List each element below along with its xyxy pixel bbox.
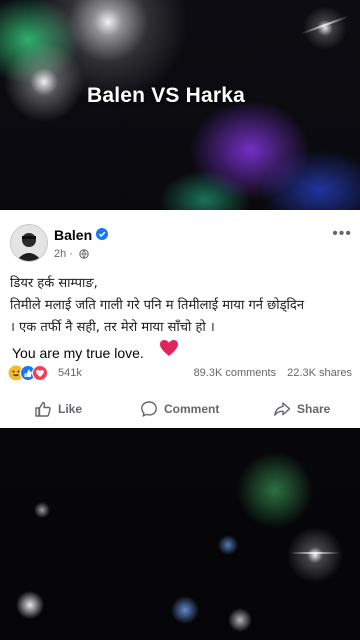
post-text-line: डियर हर्क साम्पाङ,: [10, 276, 98, 291]
comment-icon: [141, 401, 157, 417]
comments-count[interactable]: 89.3K comments: [194, 367, 277, 379]
post-text-line: तिमीले मलाई जति गाली गरे पनि म तिमीलाई म…: [10, 298, 305, 313]
comment-label: Comment: [164, 402, 220, 416]
post-english-line: You are my true love.: [12, 345, 144, 361]
share-icon: [274, 402, 291, 416]
share-button[interactable]: Share: [273, 395, 330, 423]
avatar[interactable]: [10, 224, 48, 262]
post-text: डियर हर्क साम्पाङ, तिमीले मलाई जति गाली …: [10, 273, 356, 339]
shares-count[interactable]: 22.3K shares: [287, 367, 352, 379]
post-time[interactable]: 2h ·: [54, 248, 73, 260]
reaction-count[interactable]: 541k: [58, 367, 82, 379]
video-title: Balen VS Harka: [86, 84, 246, 107]
post-author[interactable]: Balen: [54, 227, 92, 243]
post-text-line: । एक तर्फी नै सही, तर मेरो माया साँचो हो…: [10, 320, 215, 335]
post-stats: 89.3K comments 22.3K shares: [186, 367, 352, 379]
heart-icon: [160, 340, 178, 356]
verified-badge-icon: [96, 228, 108, 240]
reactions-icon[interactable]: [8, 365, 58, 381]
facebook-post-card: Balen 2h · ••• डियर हर्क साम्पाङ, तिमीले…: [0, 210, 360, 428]
more-options-button[interactable]: •••: [332, 225, 352, 243]
share-label: Share: [297, 402, 331, 416]
post-actions: Like Comment Share: [0, 395, 360, 423]
like-button[interactable]: Like: [34, 395, 82, 423]
comment-button[interactable]: Comment: [140, 395, 219, 423]
thumbs-up-icon: [35, 401, 51, 417]
light-streak: [290, 552, 340, 554]
globe-icon: [79, 249, 89, 259]
like-label: Like: [58, 402, 83, 416]
